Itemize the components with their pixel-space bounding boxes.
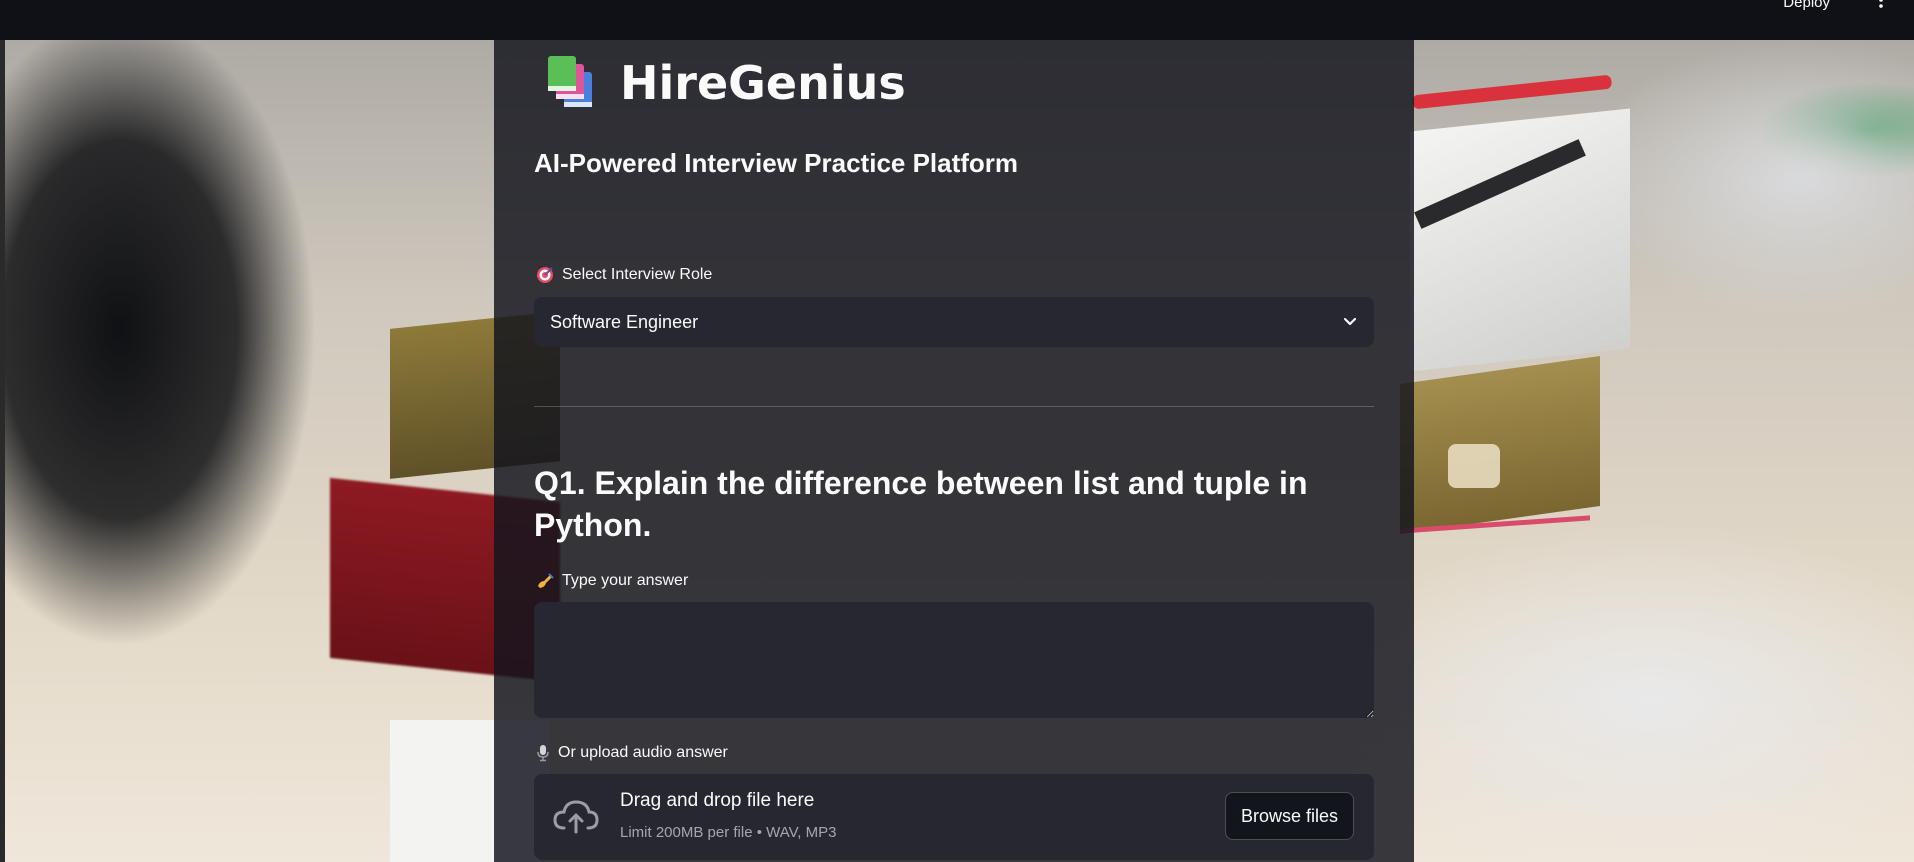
audio-upload-label-text: Or upload audio answer [558, 744, 728, 761]
answer-label-text: Type your answer [562, 572, 689, 589]
main-panel: HireGenius AI-Powered Interview Practice… [494, 40, 1414, 862]
books-icon [548, 56, 592, 107]
background-edge [0, 0, 5, 862]
app-root: Deploy HireGenius AI-Powered Interview P… [0, 0, 1914, 862]
role-select[interactable]: Software Engineer [534, 297, 1374, 347]
answer-textarea[interactable] [534, 602, 1374, 718]
background-book [1400, 515, 1590, 534]
background-book [1411, 74, 1613, 110]
audio-dropzone[interactable]: Drag and drop file here Limit 200MB per … [534, 774, 1374, 860]
more-vertical-icon[interactable] [1876, 0, 1886, 14]
role-select-label-text: Select Interview Role [562, 266, 713, 283]
background-book [1400, 355, 1600, 535]
role-select-value: Software Engineer [550, 311, 699, 332]
dropzone-title: Drag and drop file here [620, 790, 815, 811]
background-book [1410, 108, 1630, 372]
chevron-down-icon [1343, 317, 1357, 326]
app-title: HireGenius [620, 56, 906, 110]
audio-upload-label: Or upload audio answer [536, 744, 728, 762]
role-select-label: Select Interview Role [536, 266, 712, 284]
divider [534, 406, 1374, 407]
browse-files-button[interactable]: Browse files [1224, 792, 1354, 840]
top-bar: Deploy [0, 0, 1914, 40]
background-book [1414, 139, 1586, 229]
answer-label: Type your answer [536, 572, 688, 590]
writing-hand-icon [536, 572, 554, 590]
cloud-upload-icon [553, 800, 599, 834]
deploy-button[interactable]: Deploy [1783, 0, 1830, 11]
page-header: HireGenius [544, 52, 906, 114]
page-subtitle: AI-Powered Interview Practice Platform [534, 148, 1019, 178]
dropzone-limit: Limit 200MB per file • WAV, MP3 [620, 824, 837, 841]
background-seal [1448, 444, 1500, 488]
microphone-icon [536, 744, 550, 762]
question-text: Q1. Explain the difference between list … [534, 465, 1308, 543]
target-icon [536, 266, 554, 284]
